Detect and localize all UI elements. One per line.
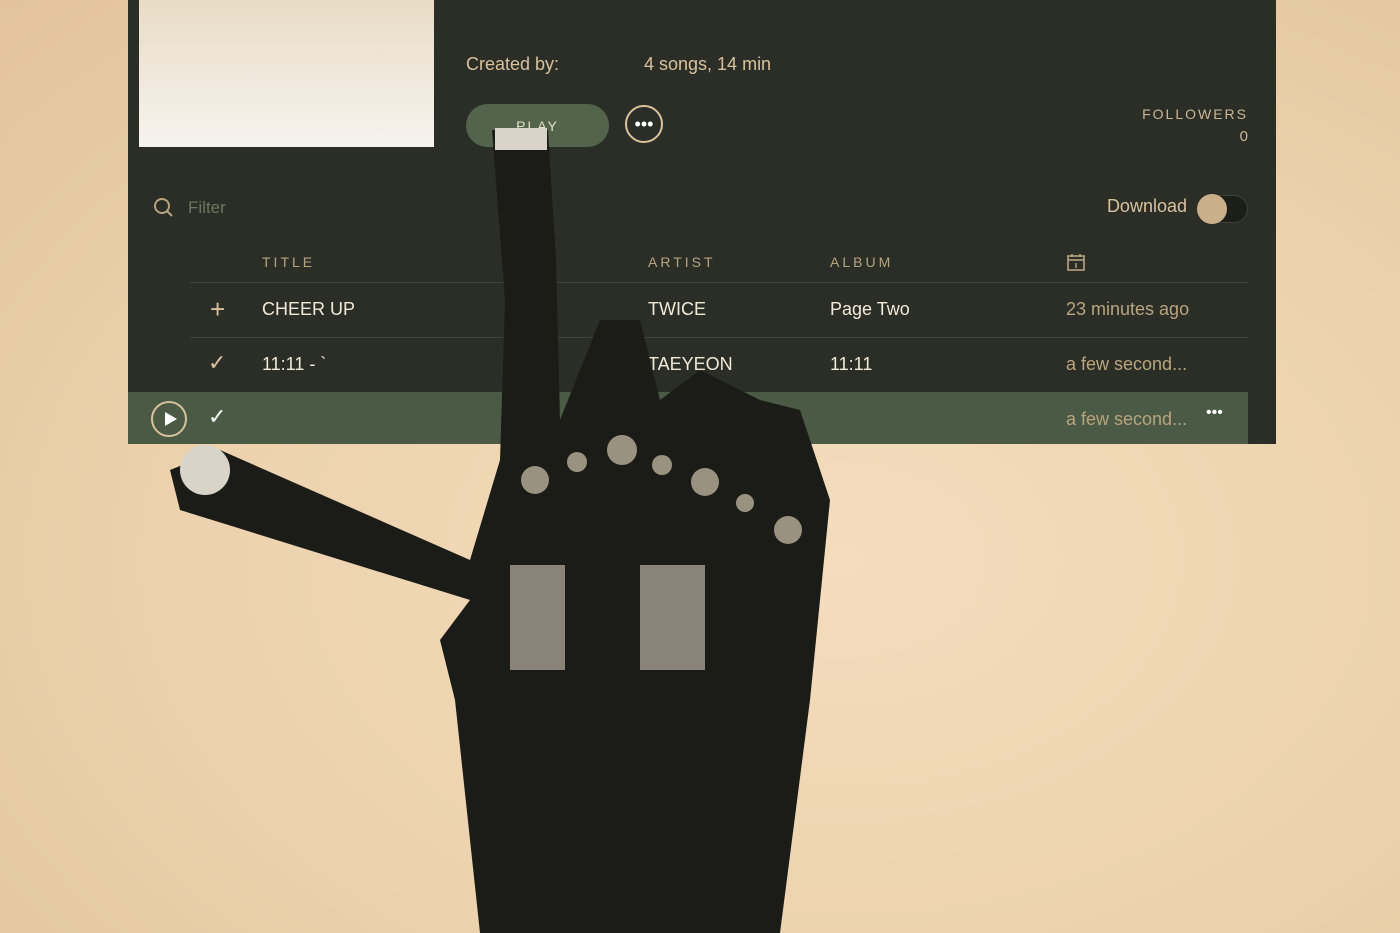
robotic-hand-photo — [170, 128, 830, 933]
